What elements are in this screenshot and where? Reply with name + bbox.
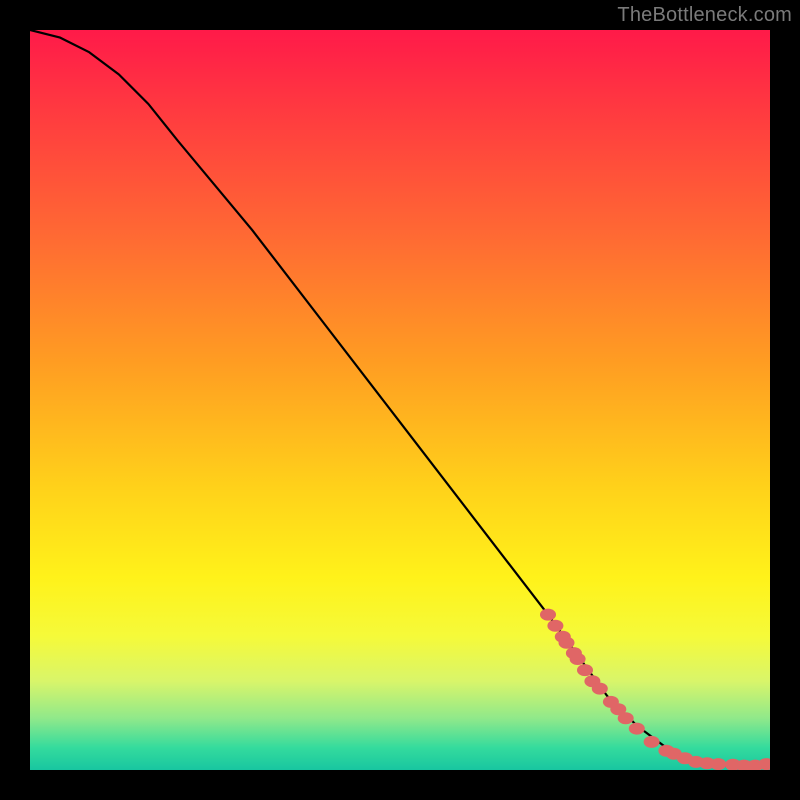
data-point [644, 736, 660, 748]
main-curve [30, 30, 770, 767]
plot-area [30, 30, 770, 770]
data-point [592, 683, 608, 695]
chart-overlay-svg [30, 30, 770, 770]
chart-frame: TheBottleneck.com [0, 0, 800, 800]
data-point [629, 723, 645, 735]
watermark-text: TheBottleneck.com [617, 4, 792, 27]
data-point [618, 712, 634, 724]
data-point [540, 609, 556, 621]
data-point-markers [540, 609, 770, 770]
data-point [570, 653, 586, 665]
data-point [577, 664, 593, 676]
data-point [710, 758, 726, 770]
data-point [559, 637, 575, 649]
data-point [547, 620, 563, 632]
